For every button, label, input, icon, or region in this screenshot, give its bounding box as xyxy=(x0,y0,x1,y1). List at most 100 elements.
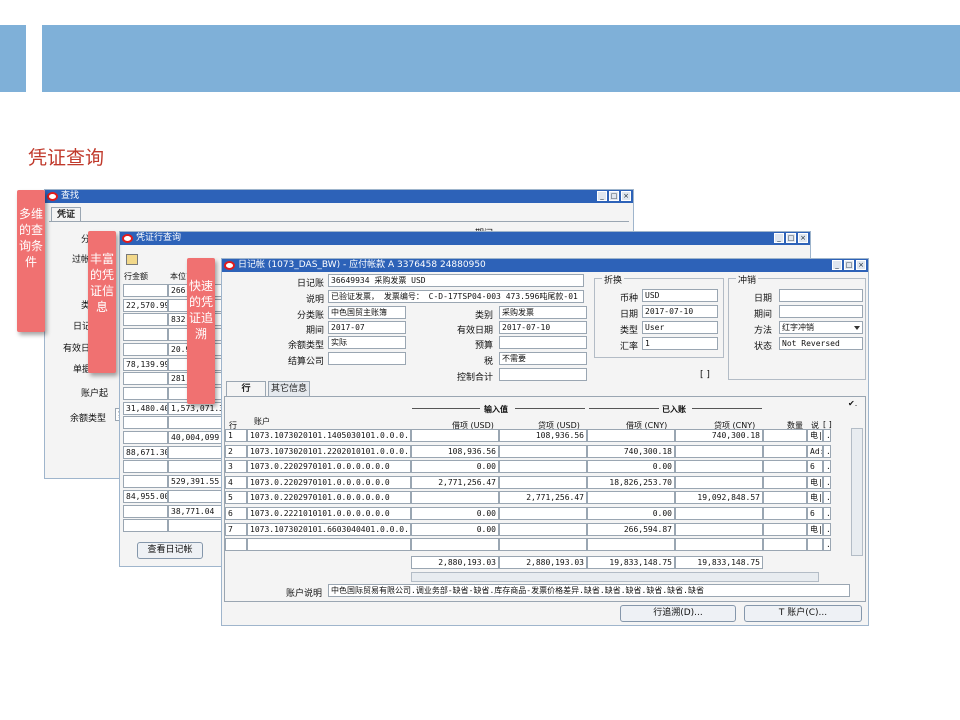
journal-cell-qty[interactable] xyxy=(763,538,807,552)
journal-cell-account[interactable] xyxy=(247,538,411,552)
minimize-button[interactable]: _ xyxy=(832,260,842,270)
period-field[interactable]: 2017-07 xyxy=(328,321,406,334)
tab-voucher[interactable]: 凭证 xyxy=(51,207,81,222)
journal-cell-account[interactable]: 1073.0.2221010101.0.0.0.0.0.0 xyxy=(247,507,411,520)
journal-cell-dr-usd[interactable]: 0.00 xyxy=(411,522,499,536)
journal-cell-flag[interactable]: . xyxy=(823,475,831,489)
journal-cell-cr-cny[interactable] xyxy=(675,460,763,474)
journal-cell-dr-cny[interactable] xyxy=(587,429,675,442)
minimize-button[interactable]: _ xyxy=(774,233,784,243)
journal-cell-cr-usd[interactable]: 108,936.56 xyxy=(499,429,587,442)
journal-cell-dr-usd[interactable] xyxy=(411,491,499,505)
journal-cell-qty[interactable] xyxy=(763,522,807,536)
clearing-company-field[interactable] xyxy=(328,352,406,365)
reversal-date-field[interactable] xyxy=(779,289,863,302)
journal-cell-account[interactable]: 1073.0.2202970101.0.0.0.0.0.0 xyxy=(247,460,411,474)
journal-cell-line[interactable]: 3 xyxy=(225,460,247,474)
journal-cell-cr-usd[interactable] xyxy=(499,460,587,474)
journal-cell-dr-usd[interactable]: 0.00 xyxy=(411,460,499,474)
journal-cell-cr-usd[interactable] xyxy=(499,522,587,536)
journal-cell-dr-usd[interactable] xyxy=(411,538,499,552)
rate-field[interactable]: 1 xyxy=(642,337,718,350)
journal-cell-cr-cny[interactable] xyxy=(675,507,763,520)
journal-cell-line[interactable]: 2 xyxy=(225,444,247,458)
journal-cell-flag[interactable]: . xyxy=(823,507,831,520)
close-button[interactable]: × xyxy=(621,191,631,201)
journal-cell-account[interactable]: 1073.0.2202970101.0.0.0.0.0.0 xyxy=(247,491,411,505)
journal-cell-cr-usd[interactable] xyxy=(499,475,587,489)
currency-field[interactable]: USD xyxy=(642,289,718,302)
journal-cell-line[interactable]: 4 xyxy=(225,475,247,489)
journal-cell-qty[interactable] xyxy=(763,444,807,458)
journal-cell-qty[interactable] xyxy=(763,507,807,520)
ledger-field[interactable]: 中色国贸主账簿 xyxy=(328,306,406,319)
journal-cell-qty[interactable] xyxy=(763,429,807,442)
journal-cell-line[interactable]: 7 xyxy=(225,522,247,536)
journal-cell-flag[interactable]: . xyxy=(823,491,831,505)
close-button[interactable]: × xyxy=(798,233,808,243)
journal-cell-desc[interactable]: 电| xyxy=(807,491,823,505)
line-drilldown-button[interactable]: 行追溯(D)... xyxy=(620,605,736,622)
view-journal-button[interactable]: 查看日记帐 xyxy=(137,542,203,559)
tab-lines[interactable]: 行 xyxy=(226,381,266,396)
journal-cell-account[interactable]: 1073.1073020101.2202010101.0.0.0.( xyxy=(247,444,411,458)
journal-cell-qty[interactable] xyxy=(763,475,807,489)
maximize-button[interactable]: □ xyxy=(609,191,619,201)
journal-cell-cr-usd[interactable] xyxy=(499,507,587,520)
journal-cell-dr-cny[interactable]: 18,826,253.70 xyxy=(587,475,675,489)
journal-cell-cr-cny[interactable] xyxy=(675,538,763,552)
select-all-checkbox[interactable]: ✔. xyxy=(848,399,857,408)
journal-cell-cr-cny[interactable] xyxy=(675,444,763,458)
journal-cell-dr-cny[interactable] xyxy=(587,538,675,552)
journal-cell-cr-usd[interactable] xyxy=(499,538,587,552)
journal-cell-dr-cny[interactable] xyxy=(587,491,675,505)
journal-cell-cr-usd[interactable]: 2,771,256.47 xyxy=(499,491,587,505)
budget-field[interactable] xyxy=(499,336,587,349)
journal-cell-line[interactable]: 1 xyxy=(225,429,247,442)
journal-cell-desc[interactable]: 6 xyxy=(807,460,823,474)
journal-cell-flag[interactable]: . xyxy=(823,429,831,442)
journal-cell-account[interactable]: 1073.1073020101.6603040401.0.0.0.( xyxy=(247,522,411,536)
effective-date-field[interactable]: 2017-07-10 xyxy=(499,321,587,334)
journal-cell-account[interactable]: 1073.1073020101.1405030101.0.0.0.( xyxy=(247,429,411,442)
journal-cell-cr-cny[interactable] xyxy=(675,475,763,489)
journal-cell-desc[interactable]: 6 xyxy=(807,507,823,520)
journal-cell-desc[interactable]: 电| xyxy=(807,522,823,536)
journal-cell-flag[interactable]: . xyxy=(823,538,831,552)
journal-cell-desc[interactable]: Ad: xyxy=(807,444,823,458)
journal-cell-dr-usd[interactable] xyxy=(411,429,499,442)
journal-cell-flag[interactable]: . xyxy=(823,444,831,458)
reversal-method-select[interactable]: 红字冲销 xyxy=(779,321,863,334)
journal-cell-line[interactable] xyxy=(225,538,247,552)
journal-cell-qty[interactable] xyxy=(763,460,807,474)
journal-cell-dr-cny[interactable]: 266,594.87 xyxy=(587,522,675,536)
journal-cell-cr-cny[interactable]: 740,300.18 xyxy=(675,429,763,442)
description-field[interactable]: 已验证发票， 发票编号： C-D-17TSP04-003 473.596吨尾款-… xyxy=(328,290,584,303)
journal-cell-flag[interactable]: . xyxy=(823,460,831,474)
journal-cell-dr-cny[interactable]: 0.00 xyxy=(587,507,675,520)
journal-cell-line[interactable]: 5 xyxy=(225,491,247,505)
journal-cell-account[interactable]: 1073.0.2202970101.0.0.0.0.0.0 xyxy=(247,475,411,489)
minimize-button[interactable]: _ xyxy=(597,191,607,201)
account-description-field[interactable]: 中色国际贸易有限公司.调业务部-缺省-缺省.库存商品-发票价格差异.缺省.缺省.… xyxy=(328,584,850,597)
journal-cell-desc[interactable] xyxy=(807,538,823,552)
journal-cell-line[interactable]: 6 xyxy=(225,507,247,520)
journal-cell-dr-usd[interactable]: 0.00 xyxy=(411,507,499,520)
journal-cell-cr-cny[interactable] xyxy=(675,522,763,536)
category-field[interactable]: 采购发票 xyxy=(499,306,587,319)
maximize-button[interactable]: □ xyxy=(786,233,796,243)
journal-cell-desc[interactable]: 电| xyxy=(807,475,823,489)
vertical-scrollbar[interactable] xyxy=(851,428,863,556)
bracket-field[interactable]: [ ] xyxy=(700,370,710,380)
conversion-date-field[interactable]: 2017-07-10 xyxy=(642,305,718,318)
folder-icon[interactable] xyxy=(126,254,138,265)
tab-other-info[interactable]: 其它信息 xyxy=(268,381,310,396)
journal-cell-dr-cny[interactable]: 0.00 xyxy=(587,460,675,474)
conversion-type-field[interactable]: User xyxy=(642,321,718,334)
journal-cell-flag[interactable]: . xyxy=(823,522,831,536)
balance-type-field[interactable]: 实际 xyxy=(328,336,406,349)
close-button[interactable]: × xyxy=(856,260,866,270)
journal-cell-dr-usd[interactable]: 108,936.56 xyxy=(411,444,499,458)
journal-field[interactable]: 36649934 采购发票 USD xyxy=(328,274,584,287)
journal-cell-desc[interactable]: 电| xyxy=(807,429,823,442)
